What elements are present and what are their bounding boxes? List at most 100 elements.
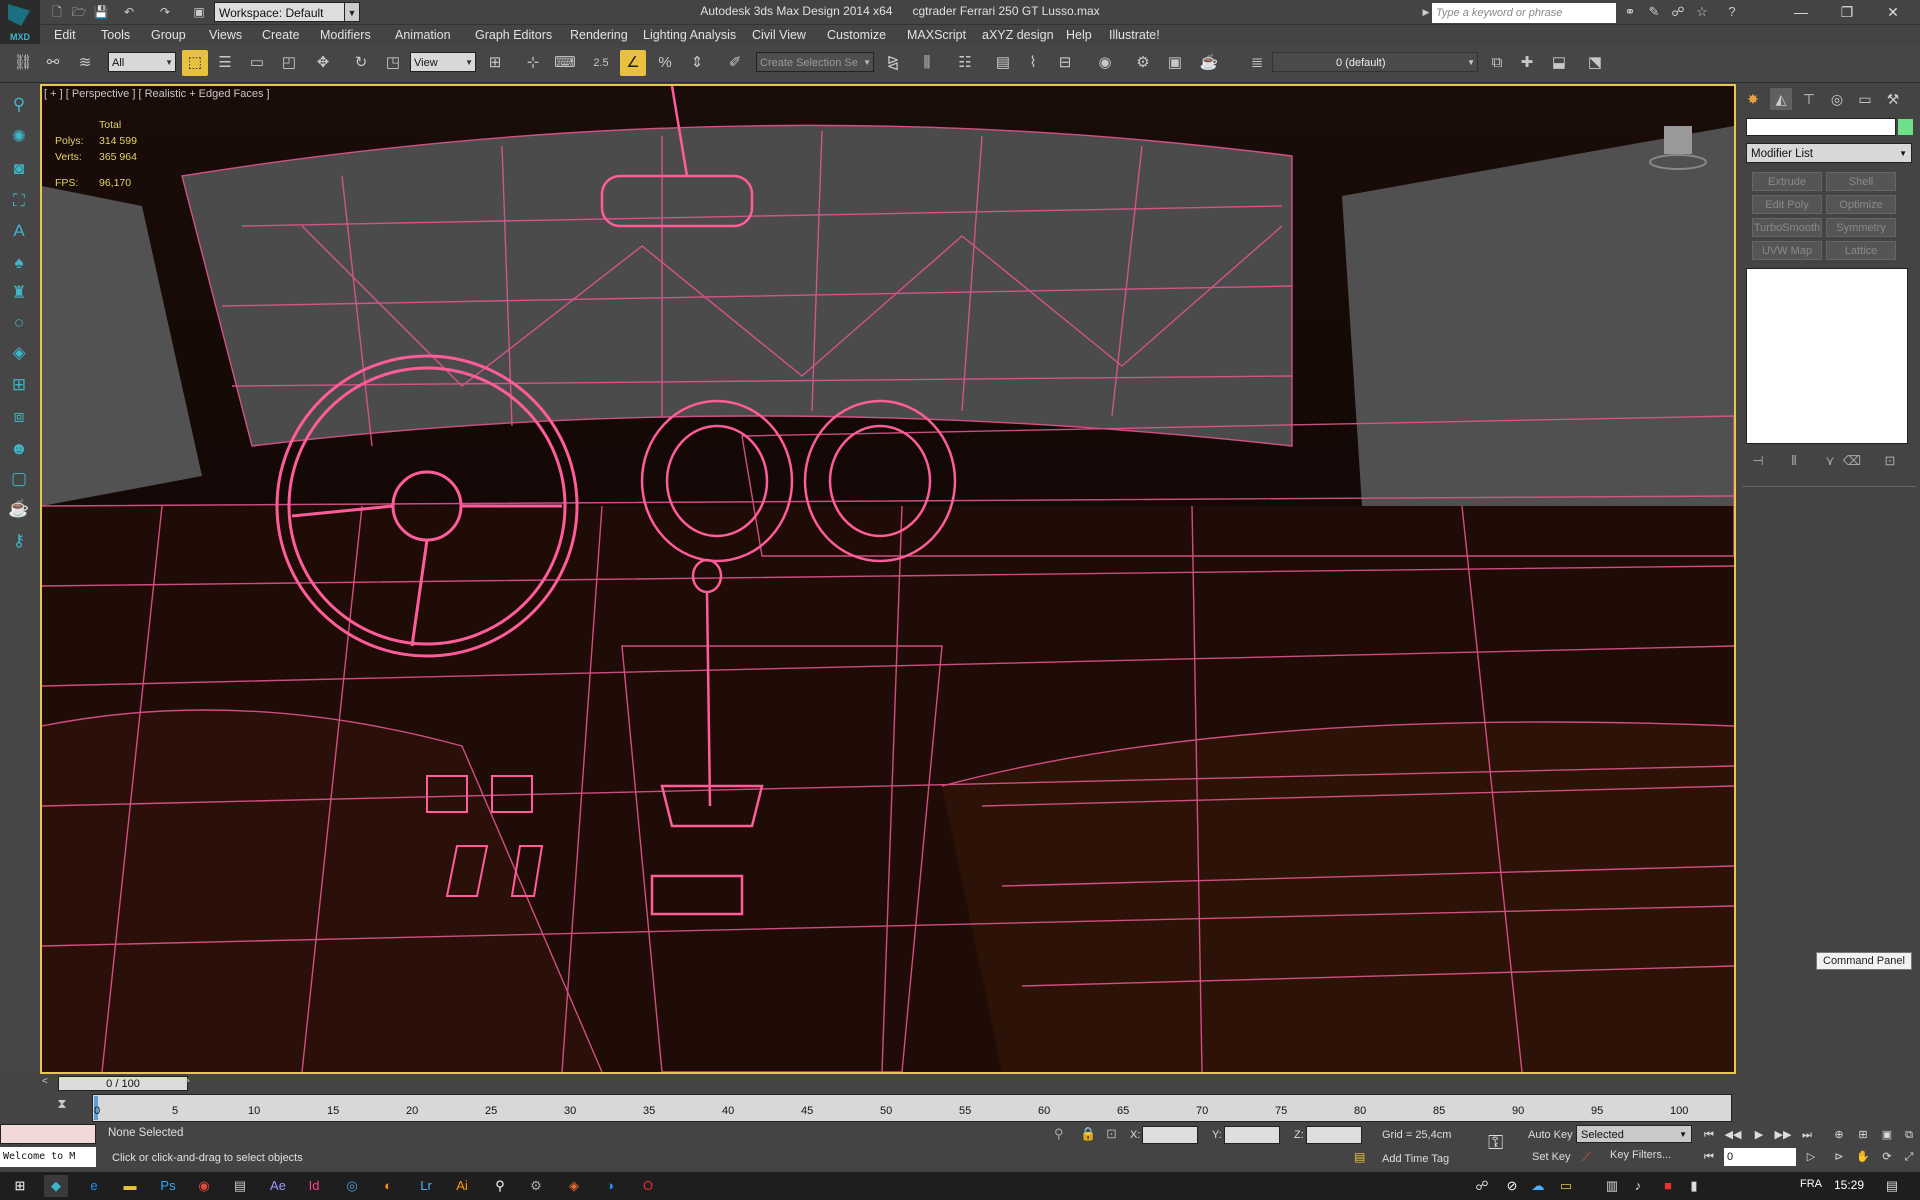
tray-icon[interactable]: ▭ <box>1554 1175 1578 1197</box>
pin-stack-icon[interactable]: ⊣ <box>1748 452 1768 470</box>
window-crossing-icon[interactable]: ◰ <box>276 50 302 76</box>
menu-customize[interactable]: Customize <box>827 27 886 43</box>
lightroom-taskbar-icon[interactable]: Lr <box>414 1175 438 1197</box>
current-frame-input[interactable]: 0 <box>1724 1148 1796 1166</box>
after-effects-taskbar-icon[interactable]: Ae <box>266 1175 290 1197</box>
auto-key-button[interactable]: Auto Key <box>1528 1125 1573 1145</box>
new-file-icon[interactable]: 🗋 <box>48 3 66 21</box>
curve-editor-icon[interactable]: ⌇ <box>1020 50 1046 76</box>
menu-illustrate[interactable]: Illustrate! <box>1109 27 1160 43</box>
default-tangents-icon[interactable]: ⟋ <box>1582 1150 1590 1165</box>
make-unique-icon[interactable]: ⋎ <box>1820 452 1840 470</box>
help-icon[interactable]: ? <box>1722 3 1742 21</box>
search-input[interactable]: Type a keyword or phrase <box>1432 3 1616 23</box>
pan-view-icon[interactable]: ✋ <box>1852 1148 1874 1166</box>
key-filters-button[interactable]: Key Filters... <box>1610 1149 1671 1161</box>
chrome-taskbar-icon[interactable]: ◉ <box>192 1175 216 1197</box>
time-tag-icon[interactable]: ▤ <box>1354 1150 1365 1164</box>
menu-graph-editors[interactable]: Graph Editors <box>475 27 552 43</box>
modify-tab-icon[interactable]: ◭ <box>1770 88 1792 110</box>
workspace-dropdown[interactable]: Workspace: Default <box>214 2 360 22</box>
maximize-viewport-icon[interactable]: ⤢ <box>1898 1148 1920 1166</box>
absolute-mode-icon[interactable]: ⊡ <box>1106 1126 1117 1142</box>
menu-group[interactable]: Group <box>151 27 186 43</box>
spinner-snap-icon[interactable]: ⇕ <box>684 50 710 76</box>
edit-named-selection-icon[interactable]: ✐ <box>722 50 748 76</box>
reference-coordinate-dropdown[interactable]: View ▼ <box>410 52 476 72</box>
redo-icon[interactable]: ↷ <box>156 3 174 21</box>
save-icon[interactable]: 💾 <box>92 3 110 21</box>
menu-tools[interactable]: Tools <box>101 27 130 43</box>
time-slider[interactable]: 0 / 100 <box>58 1076 188 1091</box>
maxscript-listener-input[interactable] <box>0 1124 96 1144</box>
snap-toggle-icon[interactable]: 2.5 <box>588 50 614 76</box>
settings-taskbar-icon[interactable]: ⚙ <box>524 1175 548 1197</box>
keyboard-shortcut-icon[interactable]: ⌨ <box>552 50 578 76</box>
uvw-map-button[interactable]: UVW Map <box>1752 241 1822 260</box>
camera-icon[interactable]: ◙ <box>6 156 32 182</box>
display-tab-icon[interactable]: ▭ <box>1854 88 1876 110</box>
shell-button[interactable]: Shell <box>1826 172 1896 191</box>
rendered-frame-window-icon[interactable]: ▣ <box>1162 50 1188 76</box>
start-icon[interactable]: ⊞ <box>8 1175 32 1197</box>
menu-modifiers[interactable]: Modifiers <box>320 27 371 43</box>
unlink-icon[interactable]: ⚯ <box>40 50 66 76</box>
field-of-view-icon[interactable]: ⊳ <box>1828 1148 1850 1166</box>
menu-civil-view[interactable]: Civil View <box>752 27 806 43</box>
firefox-taskbar-icon[interactable]: ◐ <box>376 1175 400 1197</box>
illustrator-taskbar-icon[interactable]: Ai <box>450 1175 474 1197</box>
select-scale-icon[interactable]: ◳ <box>380 50 406 76</box>
language-indicator[interactable]: FRA <box>1800 1178 1822 1190</box>
text-tool-icon[interactable]: A <box>6 218 32 244</box>
select-rotate-icon[interactable]: ↻ <box>348 50 374 76</box>
people-icon[interactable]: ☻ <box>6 436 32 462</box>
time-next-arrow-icon[interactable]: > <box>184 1076 190 1087</box>
create-tab-icon[interactable]: ✸ <box>1742 88 1764 110</box>
favorites-star-icon[interactable]: ☆ <box>1692 3 1712 21</box>
indesign-taskbar-icon[interactable]: Id <box>302 1175 326 1197</box>
container-icon[interactable]: ⛶ <box>6 188 32 214</box>
zoom-extents-all-icon[interactable]: ⧉ <box>1898 1126 1920 1144</box>
binoculars-icon[interactable]: ⚭ <box>1620 3 1640 21</box>
skype-taskbar-icon[interactable]: ◑ <box>598 1175 622 1197</box>
tray-icon[interactable]: ■ <box>1656 1175 1680 1197</box>
link-icon[interactable]: ⛓ <box>10 50 36 76</box>
turbosmooth-button[interactable]: TurboSmooth <box>1752 218 1822 237</box>
edit-poly-button[interactable]: Edit Poly <box>1752 195 1822 214</box>
notifications-icon[interactable]: ▤ <box>1880 1175 1904 1197</box>
zoom-all-icon[interactable]: ⊞ <box>1852 1126 1874 1144</box>
lattice-button[interactable]: Lattice <box>1826 241 1896 260</box>
communication-icon[interactable]: ☍ <box>1668 3 1688 21</box>
layer-manager-icon[interactable]: ☷ <box>952 50 978 76</box>
chevron-down-icon[interactable]: ▼ <box>344 2 360 22</box>
maxscript-output[interactable]: Welcome to M <box>0 1147 96 1167</box>
key-mode-dropdown[interactable]: Selected ▼ <box>1576 1125 1692 1143</box>
set-current-layer-icon[interactable]: ⬔ <box>1582 50 1608 76</box>
object-color-swatch[interactable] <box>1898 119 1913 135</box>
ring-icon[interactable]: ○ <box>6 310 32 336</box>
time-prev-arrow-icon[interactable]: < <box>42 1076 48 1087</box>
pivot-center-icon[interactable]: ⊞ <box>482 50 508 76</box>
previous-frame-icon[interactable]: ◀◀ <box>1722 1126 1744 1144</box>
grid-helper-icon[interactable]: ⊞ <box>6 372 32 398</box>
teapot-icon[interactable]: ☕ <box>6 496 32 522</box>
photoshop-taskbar-icon[interactable]: Ps <box>156 1175 180 1197</box>
close-icon[interactable]: ✕ <box>1870 0 1916 25</box>
3ds-max-taskbar-icon[interactable]: ◆ <box>44 1175 68 1197</box>
opera-taskbar-icon[interactable]: O <box>636 1175 660 1197</box>
paint-icon[interactable]: ⚲ <box>6 92 32 118</box>
mixer-icon[interactable]: ◈ <box>6 340 32 366</box>
project-folder-icon[interactable]: ▣ <box>190 3 208 21</box>
bind-space-warp-icon[interactable]: ≋ <box>72 50 98 76</box>
app-taskbar-icon[interactable]: ◈ <box>562 1175 586 1197</box>
configure-modifier-sets-icon[interactable]: ⊡ <box>1880 452 1900 470</box>
menu-create[interactable]: Create <box>262 27 300 43</box>
minimize-icon[interactable]: — <box>1778 0 1824 25</box>
tree-icon[interactable]: ♠ <box>6 250 32 276</box>
key-mode-toggle-icon[interactable]: ⏮ <box>1698 1148 1720 1166</box>
menu-edit[interactable]: Edit <box>54 27 76 43</box>
orbit-icon[interactable]: ⟳ <box>1876 1148 1898 1166</box>
menu-axyz-design[interactable]: aXYZ design <box>982 27 1054 43</box>
battery-icon[interactable]: ▮ <box>1682 1175 1706 1197</box>
menu-animation[interactable]: Animation <box>395 27 451 43</box>
